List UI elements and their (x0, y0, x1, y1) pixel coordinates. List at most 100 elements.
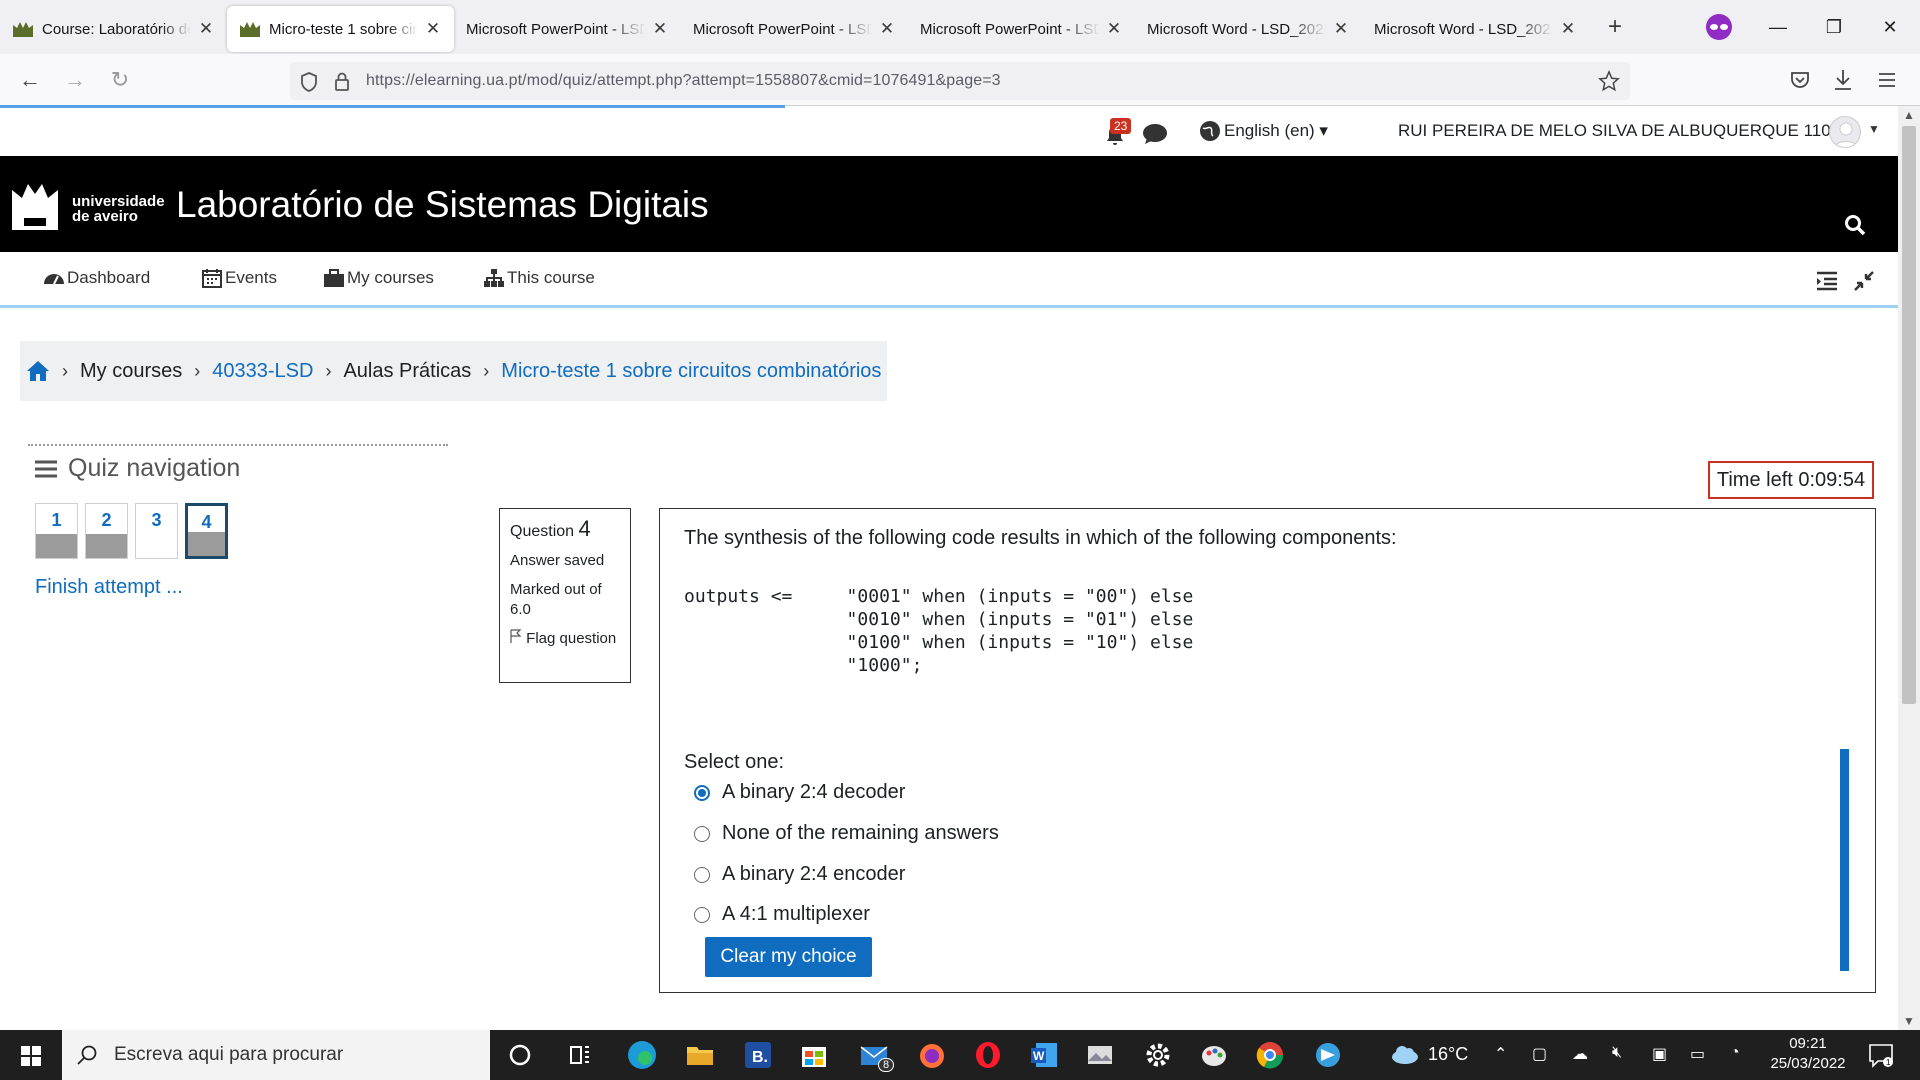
tab-title: Microsoft PowerPoint - LSD (466, 20, 645, 38)
notification-badge: 23 (1110, 118, 1132, 134)
bookmark-star-icon[interactable] (1598, 70, 1620, 92)
tab-close-icon[interactable]: ✕ (651, 19, 669, 39)
finish-attempt-link[interactable]: Finish attempt ... (35, 576, 183, 599)
answer-option[interactable]: A binary 2:4 decoder (694, 781, 905, 804)
microsoft-store-icon[interactable] (798, 1039, 830, 1071)
paint-icon[interactable] (1198, 1039, 1230, 1071)
word-icon[interactable]: W (1028, 1039, 1060, 1071)
scroll-down-arrow-icon[interactable]: ▼ (1898, 1014, 1920, 1028)
quiz-nav-title[interactable]: Quiz navigation (34, 454, 240, 483)
opera-icon[interactable] (972, 1039, 1004, 1071)
tab-close-icon[interactable]: ✕ (1559, 19, 1577, 39)
task-view-icon[interactable] (564, 1039, 596, 1071)
browser-tab[interactable]: Microsoft PowerPoint - LSD ✕ (681, 6, 908, 52)
nav-my-courses[interactable]: My courses (323, 268, 434, 288)
search-icon[interactable] (1844, 214, 1866, 236)
weather-temperature[interactable]: 16°C (1428, 1044, 1468, 1065)
chevron-down-icon[interactable]: ▼ (1868, 122, 1880, 136)
battery-icon[interactable]: ▭ (1690, 1044, 1705, 1064)
answer-option[interactable]: None of the remaining answers (694, 822, 999, 845)
browser-tab[interactable]: Microsoft Word - LSD_2021 ✕ (1135, 6, 1362, 52)
chrome-icon[interactable] (1254, 1039, 1286, 1071)
download-icon[interactable] (1832, 68, 1854, 92)
quiz-nav-button-4[interactable]: 4 (185, 503, 228, 559)
image-viewer-icon[interactable] (1084, 1039, 1116, 1071)
breadcrumb-my-courses[interactable]: My courses (80, 360, 182, 383)
restore-button[interactable]: ❐ (1814, 13, 1854, 41)
new-tab-button[interactable]: + (1597, 9, 1633, 45)
speaker-muted-icon[interactable]: 🔇︎ (1612, 1044, 1622, 1062)
tab-close-icon[interactable]: ✕ (1105, 19, 1123, 39)
b-app-icon[interactable]: B. (742, 1039, 774, 1071)
browser-tab[interactable]: Microsoft Word - LSD_2021 ✕ (1362, 6, 1589, 52)
breadcrumb-quiz[interactable]: Micro-teste 1 sobre circuitos combinatór… (501, 360, 881, 383)
quiz-nav-title-label: Quiz navigation (68, 454, 241, 482)
quiz-nav-button-1[interactable]: 1 (35, 503, 78, 559)
address-bar[interactable]: https://elearning.ua.pt/mod/quiz/attempt… (290, 62, 1630, 100)
chat-bubble-icon[interactable] (1142, 122, 1168, 146)
radio-button[interactable] (694, 906, 710, 923)
cortana-icon[interactable] (504, 1039, 536, 1071)
chevron-right-icon: › (325, 360, 332, 381)
tab-close-icon[interactable]: ✕ (424, 19, 442, 39)
radio-button[interactable] (694, 866, 710, 883)
list-indent-icon[interactable] (1815, 270, 1839, 292)
answer-option[interactable]: A binary 2:4 encoder (694, 863, 905, 886)
search-icon (77, 1045, 97, 1065)
breadcrumb-section[interactable]: Aulas Práticas (343, 360, 471, 383)
user-menu-name[interactable]: RUI PEREIRA DE MELO SILVA DE ALBUQUERQUE… (1398, 121, 1859, 141)
flag-question-link[interactable]: Flag question (510, 629, 620, 649)
back-arrow-icon[interactable]: ← (15, 66, 45, 96)
site-title[interactable]: Laboratório de Sistemas Digitais (176, 184, 709, 226)
browser-tab[interactable]: Microsoft PowerPoint - LSD ✕ (454, 6, 681, 52)
language-selector[interactable]: English (en) ▾ (1224, 121, 1328, 141)
close-window-button[interactable]: ✕ (1870, 13, 1910, 41)
nav-dashboard[interactable]: Dashboard (43, 268, 150, 288)
radio-button-checked[interactable] (694, 784, 710, 801)
radio-button[interactable] (694, 825, 710, 842)
settings-gear-icon[interactable] (1142, 1039, 1174, 1071)
nav-this-course[interactable]: This course (483, 268, 595, 288)
quiz-nav-button-3[interactable]: 3 (135, 503, 178, 559)
shield-icon[interactable] (300, 72, 318, 92)
taskbar-search-box[interactable]: Escreva aqui para procurar (62, 1030, 490, 1080)
browser-tab[interactable]: Microsoft PowerPoint - LSD ✕ (908, 6, 1135, 52)
wifi-icon[interactable]: ◔ (1730, 1044, 1740, 1062)
browser-tab[interactable]: Course: Laboratório de ✕ (0, 6, 227, 52)
browser-tab-active[interactable]: Micro-teste 1 sobre circ ✕ (227, 6, 454, 52)
lock-icon[interactable] (334, 71, 350, 91)
taskbar-clock[interactable]: 09:21 25/03/2022 (1768, 1034, 1848, 1074)
tab-close-icon[interactable]: ✕ (197, 19, 215, 39)
quiz-nav-button-2[interactable]: 2 (85, 503, 128, 559)
minimize-button[interactable]: — (1758, 13, 1798, 41)
tab-close-icon[interactable]: ✕ (878, 19, 896, 39)
edge-browser-icon[interactable] (626, 1039, 658, 1071)
scrollbar-thumb[interactable] (1902, 126, 1916, 704)
display-icon[interactable]: ▣ (1652, 1044, 1667, 1064)
chevron-up-icon[interactable]: ⌃ (1494, 1044, 1507, 1064)
select-one-label: Select one: (684, 751, 785, 773)
mail-badge: 8 (878, 1058, 895, 1072)
windows-start-icon[interactable] (20, 1045, 42, 1067)
answer-option[interactable]: A 4:1 multiplexer (694, 903, 870, 926)
avatar[interactable] (1829, 116, 1861, 148)
page-scrollbar[interactable]: ▲ ▼ (1898, 106, 1920, 1030)
weather-cloud-icon[interactable] (1390, 1043, 1420, 1065)
home-icon[interactable] (26, 360, 50, 382)
forward-arrow-icon[interactable]: → (60, 66, 90, 96)
clear-choice-button[interactable]: Clear my choice (705, 937, 872, 977)
app-menu-icon[interactable] (1876, 69, 1898, 91)
compress-icon[interactable] (1853, 270, 1875, 292)
nav-events[interactable]: Events (201, 268, 277, 288)
meet-now-icon[interactable]: ▢ (1532, 1044, 1547, 1064)
remote-desktop-icon[interactable] (1312, 1039, 1344, 1071)
scroll-up-arrow-icon[interactable]: ▲ (1898, 108, 1920, 122)
firefox-icon[interactable] (916, 1039, 948, 1071)
breadcrumb-course[interactable]: 40333-LSD (212, 360, 313, 383)
notification-center-icon[interactable]: 1 (1868, 1042, 1894, 1068)
tab-close-icon[interactable]: ✕ (1332, 19, 1350, 39)
file-explorer-icon[interactable] (684, 1039, 716, 1071)
reload-icon[interactable]: ↻ (105, 66, 135, 96)
onedrive-cloud-icon[interactable]: ☁ (1572, 1044, 1588, 1064)
pocket-icon[interactable] (1789, 69, 1811, 91)
